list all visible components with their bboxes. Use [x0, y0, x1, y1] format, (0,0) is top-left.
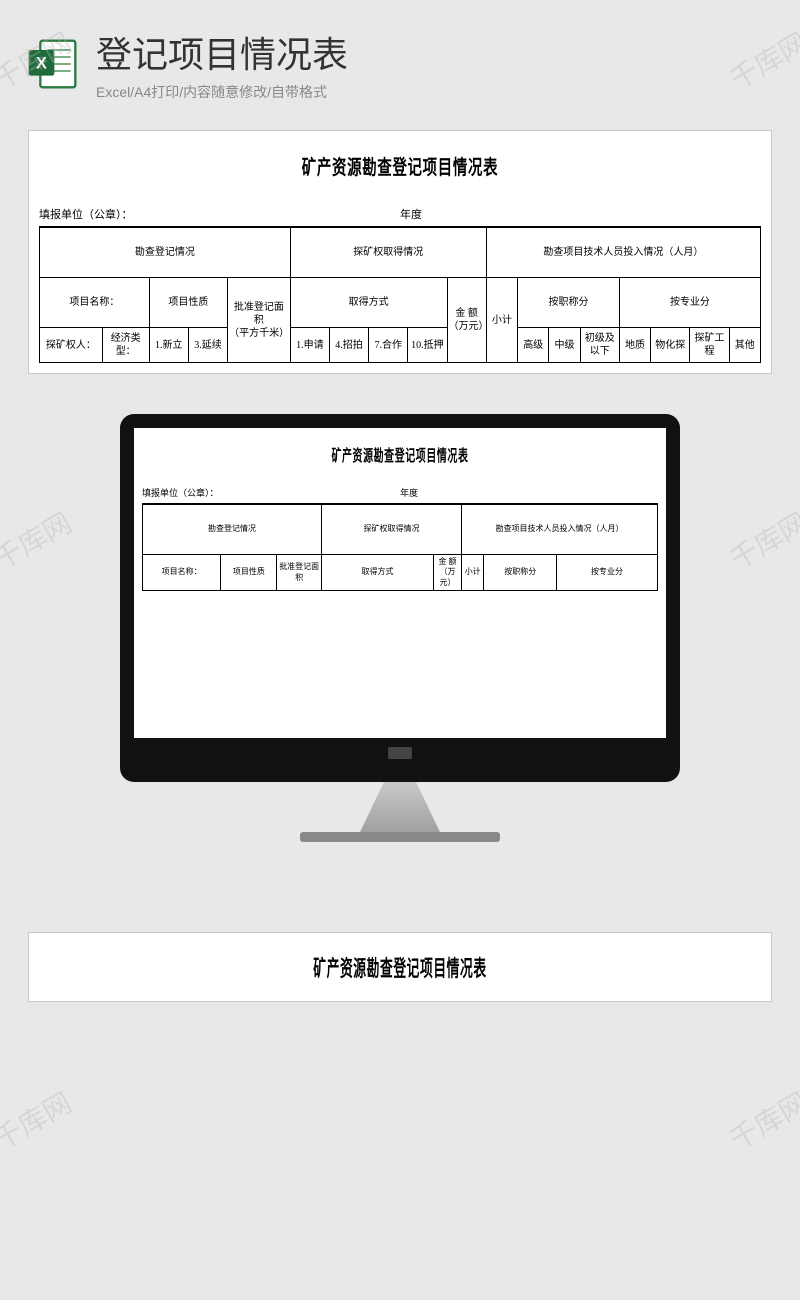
label-rights-holder: 探矿权人：: [40, 328, 103, 363]
label-geophys: 物化探: [651, 328, 690, 363]
label-by-major: 按专业分: [557, 555, 658, 591]
watermark: 千库网: [0, 1082, 78, 1159]
monitor-base: [300, 832, 500, 842]
meta-filling-unit: 填报单位（公章）：: [142, 486, 400, 499]
monitor-chin: [134, 738, 666, 768]
label-bid: 4.招拍: [329, 328, 368, 363]
form-table: 勘查登记情况 探矿权取得情况 勘查项目技术人员投入情况（人月） 项目名称： 项目…: [39, 227, 761, 363]
label-mid: 中级: [549, 328, 580, 363]
bottom-title-strip: 矿产资源勘查登记项目情况表: [28, 932, 772, 1002]
section-mining-rights: 探矿权取得情况: [290, 228, 486, 278]
watermark: 千库网: [722, 1082, 800, 1159]
page-title: 登记项目情况表: [96, 26, 348, 78]
label-project-name: 项目名称：: [40, 278, 150, 328]
label-acquire-method: 取得方式: [322, 555, 434, 591]
label-mortgage: 10.抵押: [408, 328, 447, 363]
svg-text:X: X: [36, 55, 47, 73]
label-econ-type: 经济类型：: [102, 328, 149, 363]
label-approved-area: 批准登记面积 （平方千米）: [228, 278, 291, 363]
monitor-screen: 矿产资源勘查登记项目情况表 填报单位（公章）： 年度 勘查登记情况 探矿权取得情…: [134, 428, 666, 738]
section-personnel: 勘查项目技术人员投入情况（人月）: [462, 505, 658, 555]
monitor-mockup: 矿产资源勘查登记项目情况表 填报单位（公章）： 年度 勘查登记情况 探矿权取得情…: [0, 414, 800, 842]
page-header: X 登记项目情况表 Excel/A4打印/内容随意修改/自带格式: [0, 0, 800, 120]
label-by-title: 按职称分: [484, 555, 557, 591]
label-other: 其他: [729, 328, 760, 363]
monitor-stand: [360, 782, 440, 832]
label-project-name: 项目名称：: [143, 555, 221, 591]
meta-year: 年度: [400, 486, 658, 499]
label-geology: 地质: [619, 328, 650, 363]
document-title: 矿产资源勘查登记项目情况表: [185, 951, 615, 983]
document-preview-card: 矿产资源勘查登记项目情况表 填报单位（公章）： 年度 勘查登记情况 探矿权取得情…: [28, 130, 772, 374]
label-junior: 初级及以下: [580, 328, 619, 363]
form-table: 勘查登记情况 探矿权取得情况 勘查项目技术人员投入情况（人月） 项目名称： 项目…: [142, 504, 658, 591]
label-project-nature: 项目性质: [221, 555, 277, 591]
meta-filling-unit: 填报单位（公章）：: [39, 206, 400, 222]
label-subtotal: 小计: [486, 278, 517, 363]
section-mining-rights: 探矿权取得情况: [322, 505, 462, 555]
meta-year: 年度: [400, 206, 761, 222]
excel-file-icon: X: [24, 36, 80, 92]
label-amount: 金 额（万元）: [434, 555, 462, 591]
monitor-bezel: 矿产资源勘查登记项目情况表 填报单位（公章）： 年度 勘查登记情况 探矿权取得情…: [120, 414, 680, 782]
section-survey-reg: 勘查登记情况: [40, 228, 291, 278]
label-extend: 3.延续: [188, 328, 227, 363]
monitor-logo-icon: [388, 747, 412, 759]
label-senior: 高级: [518, 328, 549, 363]
label-by-title: 按职称分: [518, 278, 620, 328]
document-meta-row: 填报单位（公章）： 年度: [142, 480, 658, 504]
page-subtitle: Excel/A4打印/内容随意修改/自带格式: [96, 82, 348, 102]
label-coop: 7.合作: [369, 328, 408, 363]
label-approved-area: 批准登记面积: [277, 555, 322, 591]
label-project-nature: 项目性质: [149, 278, 227, 328]
section-personnel: 勘查项目技术人员投入情况（人月）: [486, 228, 760, 278]
label-prospect: 探矿工程: [690, 328, 729, 363]
label-amount: 金 额（万元）: [447, 278, 486, 363]
document-title: 矿产资源勘查登记项目情况表: [140, 141, 660, 200]
label-subtotal: 小计: [462, 555, 484, 591]
label-apply: 1.申请: [290, 328, 329, 363]
label-by-major: 按专业分: [619, 278, 760, 328]
document-title: 矿产资源勘查登记项目情况表: [240, 436, 560, 480]
label-new: 1.新立: [149, 328, 188, 363]
label-acquire-method: 取得方式: [290, 278, 447, 328]
document-meta-row: 填报单位（公章）： 年度: [39, 200, 761, 227]
section-survey-reg: 勘查登记情况: [143, 505, 322, 555]
